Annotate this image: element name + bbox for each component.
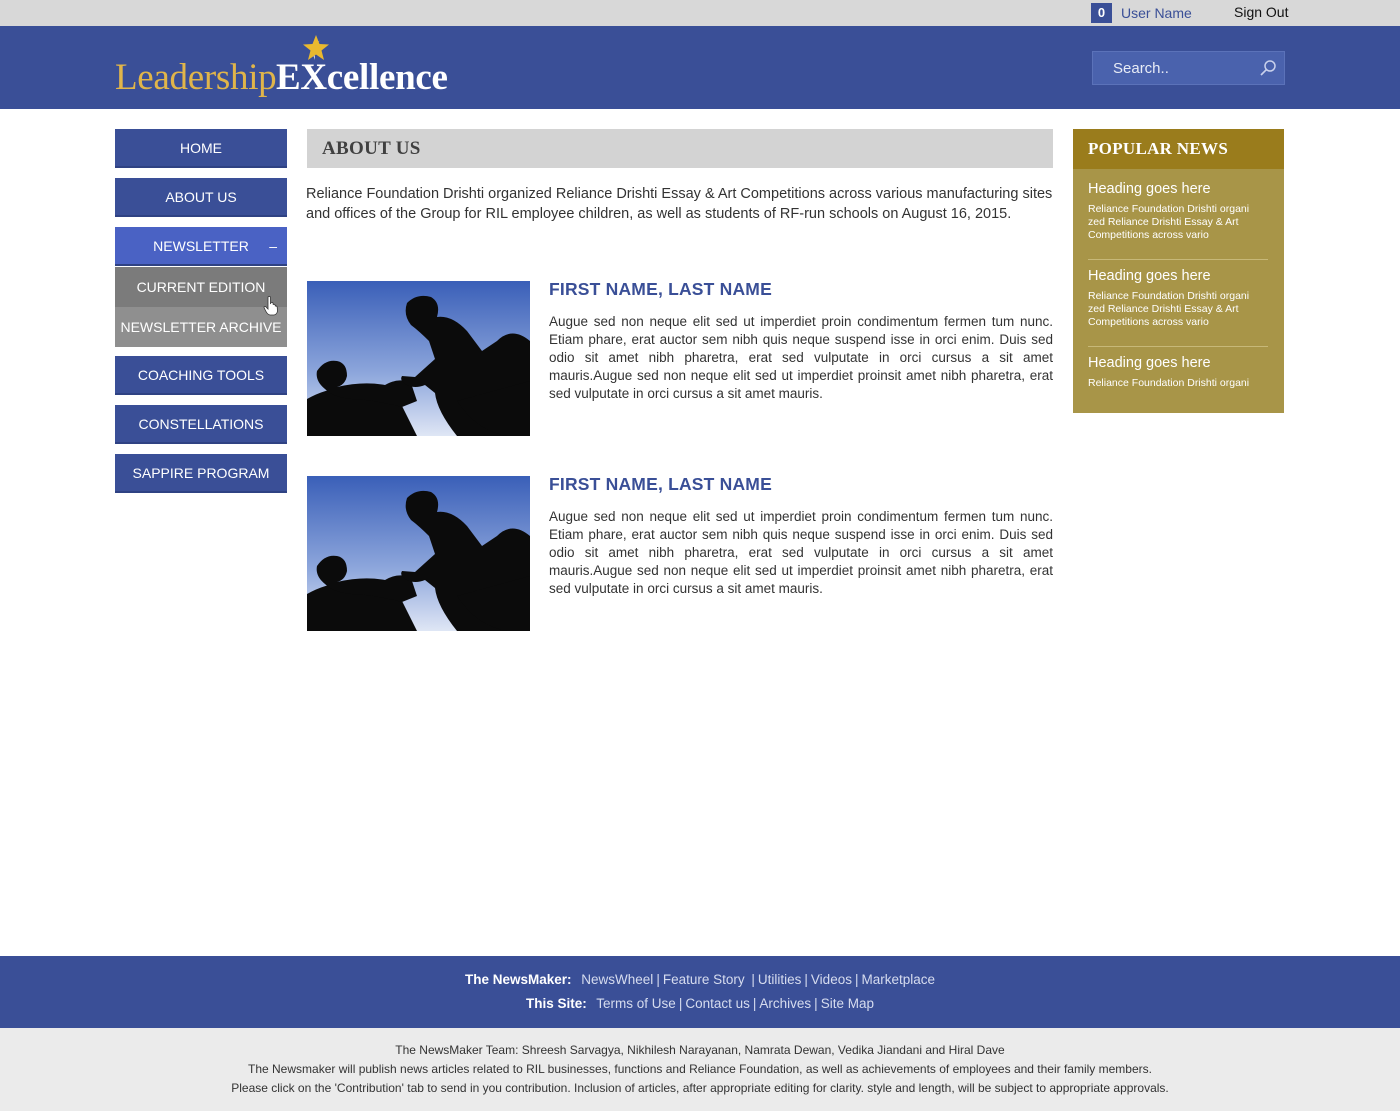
footer-newsmaker-label: The NewsMaker: [464,972,572,987]
news-heading[interactable]: Heading goes here [1088,181,1268,197]
footer-team-note: The NewsMaker Team: Shreesh Sarvagya, Ni… [395,1043,1005,1057]
search-input[interactable] [1093,52,1253,84]
news-divider [1088,259,1268,260]
nav-constellations-label: CONSTELLATIONS [138,416,264,432]
hand-cursor-icon [263,296,278,316]
notification-badge[interactable]: 0 [1091,3,1112,23]
footer-contribution-note: Please click on the 'Contribution' tab t… [231,1081,1169,1095]
nav-sappire-program[interactable]: SAPPIRE PROGRAM [115,454,287,493]
profile-description: Augue sed non neque elit sed ut imperdie… [549,509,1053,596]
news-item[interactable]: Heading goes here Reliance Foundation Dr… [1088,268,1268,329]
footer-link-feature-story[interactable]: Feature Story [663,972,745,987]
nav-home-label: HOME [180,140,222,156]
profile-photo [307,281,530,436]
nav-coaching-tools-label: COACHING TOOLS [137,367,265,383]
footer-link-terms[interactable]: Terms of Use [596,996,676,1011]
page-title-bar: ABOUT US [307,129,1053,168]
nav-newsletter[interactable]: NEWSLETTER – [115,227,287,266]
search-box[interactable] [1092,51,1285,85]
footer-newsmaker-links: The NewsMaker: NewsWheel | Feature Story |… [464,972,936,987]
intro-paragraph: Reliance Foundation Drishti organized Re… [306,186,1053,222]
user-name-link[interactable]: User Name [1121,5,1192,21]
news-summary: Reliance Foundation Drishti organi zed R… [1088,290,1250,328]
popular-news-panel: POPULAR NEWS Heading goes here Reliance … [1073,129,1284,413]
footer-link-contact[interactable]: Contact us [685,996,750,1011]
search-icon[interactable] [1259,59,1277,77]
footer-notes: The NewsMaker Team: Shreesh Sarvagya, Ni… [0,1028,1400,1111]
profile-description: Augue sed non neque elit sed ut imperdie… [549,314,1053,401]
profile-name: FIRST NAME, LAST NAME [549,279,772,299]
nav-current-edition-label: CURRENT EDITION [136,279,266,295]
nav-newsletter-archive-label: NEWSLETTER ARCHIVE [120,319,282,335]
nav-newsletter-archive[interactable]: NEWSLETTER ARCHIVE [115,307,287,347]
footer-link-marketplace[interactable]: Marketplace [861,972,935,987]
logo-text-leadership: Leadership [115,57,277,98]
news-summary: Reliance Foundation Drishti organi [1088,377,1250,389]
news-summary: Reliance Foundation Drishti organi zed R… [1088,203,1250,241]
footer-link-utilities[interactable]: Utilities [758,972,802,987]
nav-newsletter-label: NEWSLETTER [153,238,249,254]
news-item[interactable]: Heading goes here Reliance Foundation Dr… [1088,355,1268,390]
profile-photo [307,476,530,631]
nav-coaching-tools[interactable]: COACHING TOOLS [115,356,287,395]
footer-link-newswheel[interactable]: NewsWheel [581,972,653,987]
footer-links-bar: The NewsMaker: NewsWheel | Feature Story |… [0,956,1400,1028]
news-heading[interactable]: Heading goes here [1088,355,1268,371]
footer-site-label: This Site: [526,996,587,1011]
nav-sappire-program-label: SAPPIRE PROGRAM [132,465,270,481]
footer-publish-note: The Newsmaker will publish news articles… [248,1062,1152,1076]
popular-news-title: POPULAR NEWS [1088,139,1229,158]
nav-about-us[interactable]: ABOUT US [115,178,287,217]
popular-news-header: POPULAR NEWS [1073,129,1284,169]
footer-link-site-map[interactable]: Site Map [821,996,874,1011]
news-heading[interactable]: Heading goes here [1088,268,1268,284]
nav-about-us-label: ABOUT US [165,189,237,205]
footer-link-archives[interactable]: Archives [759,996,811,1011]
top-bar: 0 User Name Sign Out [0,0,1400,26]
sign-out-link[interactable]: Sign Out [1234,4,1288,20]
footer-site-links: This Site: Terms of Use | Contact us | Archi… [526,996,874,1011]
page-title: ABOUT US [322,138,421,159]
news-divider [1088,346,1268,347]
collapse-icon[interactable]: – [269,227,277,266]
profile-name: FIRST NAME, LAST NAME [549,474,772,494]
star-icon [303,35,329,60]
news-item[interactable]: Heading goes here Reliance Foundation Dr… [1088,181,1268,242]
footer-link-videos[interactable]: Videos [811,972,852,987]
nav-constellations[interactable]: CONSTELLATIONS [115,405,287,444]
site-logo[interactable]: Leadership EXcellence [115,34,465,102]
nav-home[interactable]: HOME [115,129,287,168]
nav-current-edition[interactable]: CURRENT EDITION [115,267,287,307]
